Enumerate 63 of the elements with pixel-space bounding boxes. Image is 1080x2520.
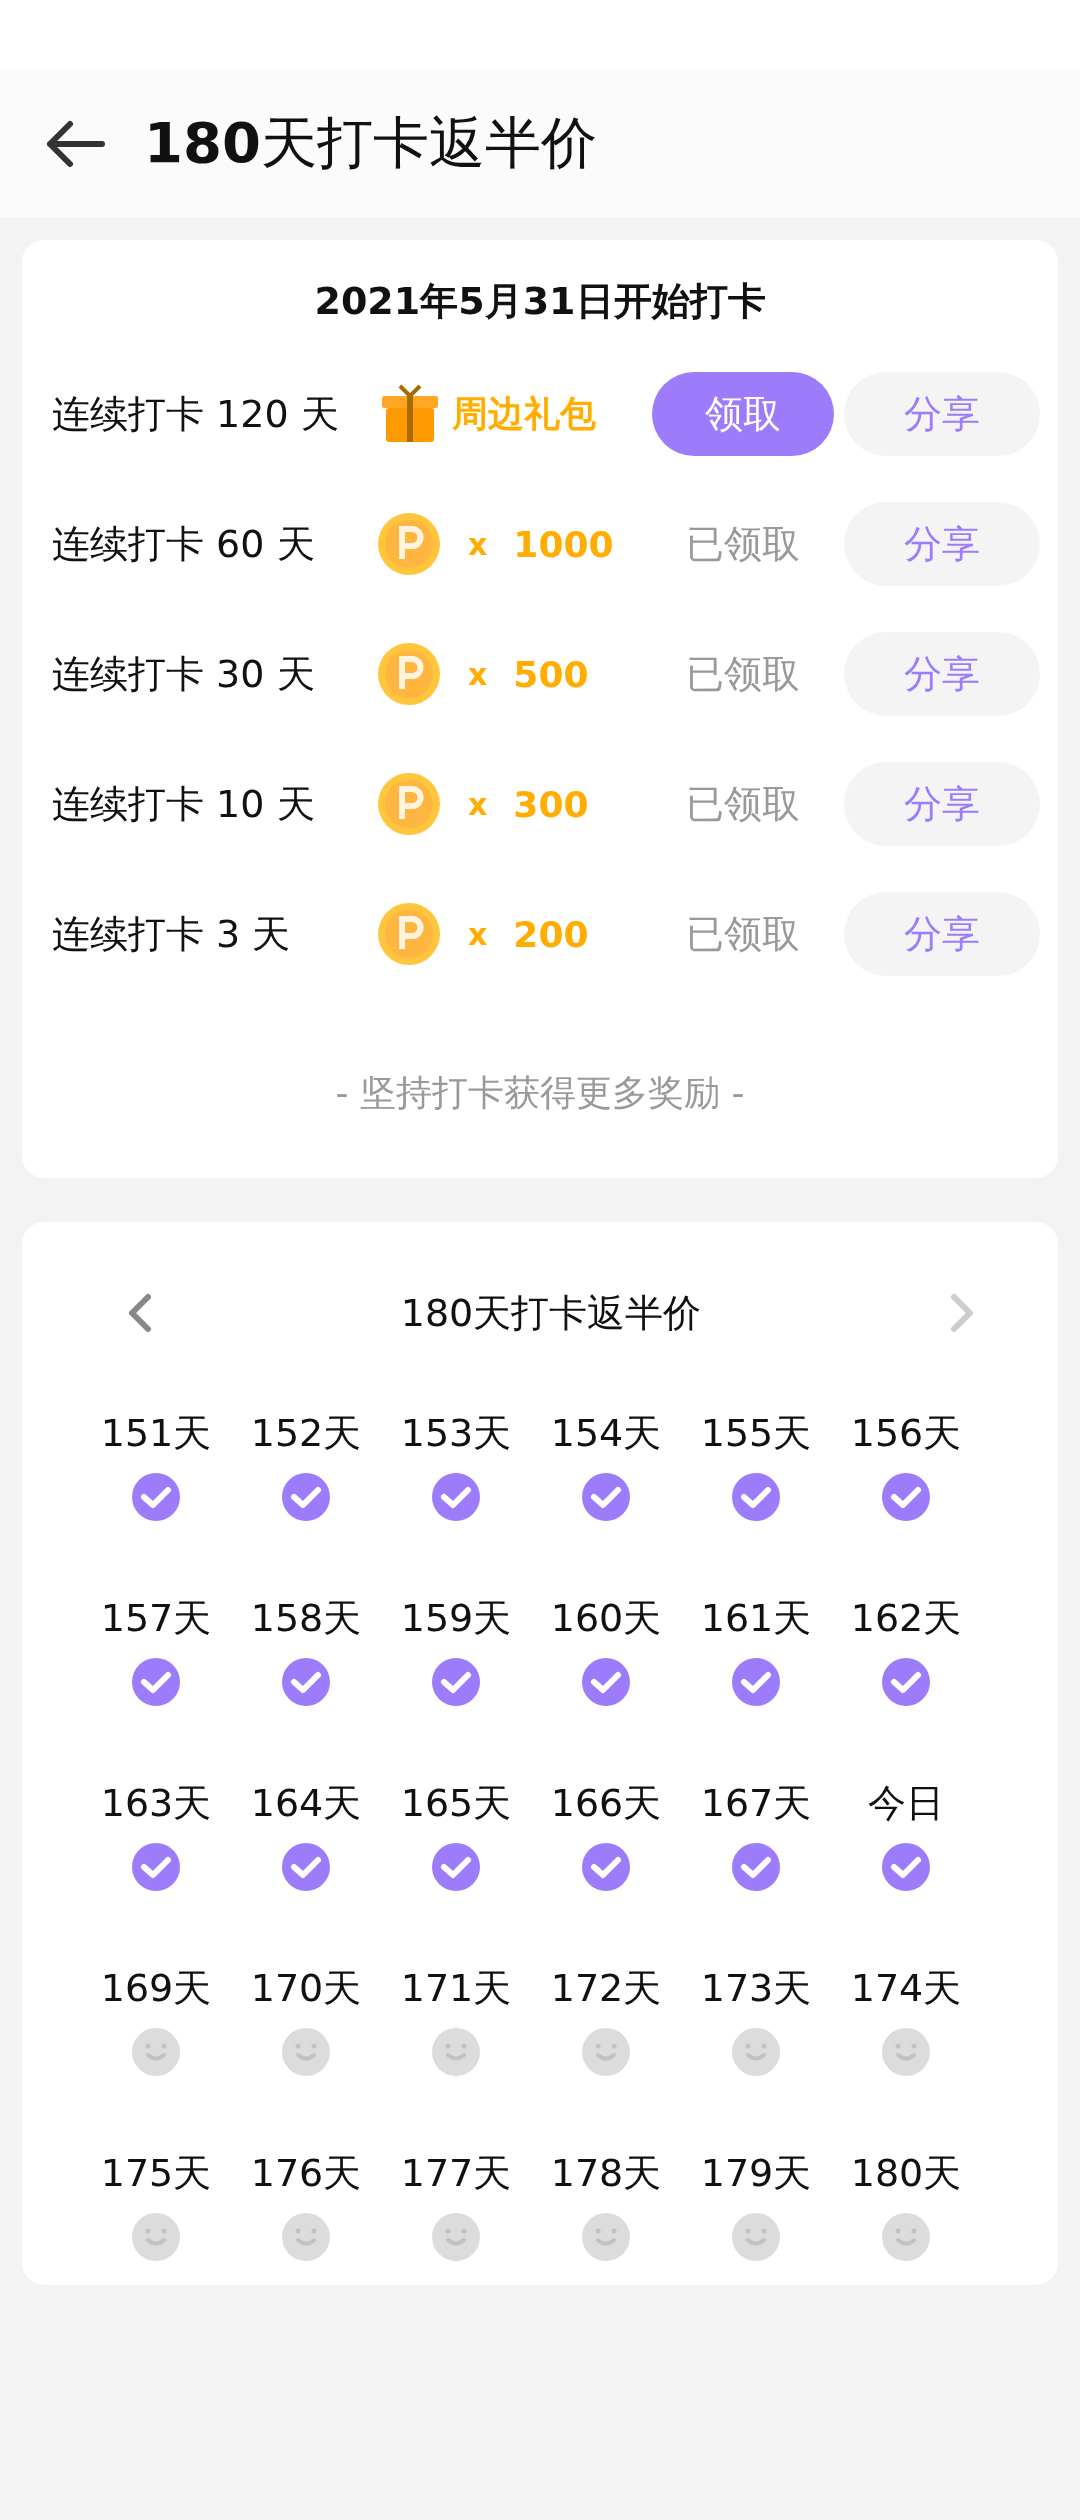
day-label: 156天 <box>850 1410 962 1457</box>
back-arrow-icon[interactable] <box>44 118 106 170</box>
claimed-label: 已领取 <box>685 520 801 568</box>
day-label: 155天 <box>700 1410 812 1457</box>
day-label: 165天 <box>400 1780 512 1827</box>
coin-icon <box>378 773 440 835</box>
day-label: 160天 <box>550 1595 662 1642</box>
claim-button[interactable]: 领取 <box>652 372 834 456</box>
day-label: 153天 <box>400 1410 512 1457</box>
multiplier-sign: x <box>468 786 488 822</box>
milestone-label: 连续打卡 30 天 <box>52 650 316 698</box>
share-button[interactable]: 分享 <box>844 502 1040 586</box>
multiplier-sign: x <box>468 916 488 952</box>
milestone-label: 连续打卡 3 天 <box>52 910 292 958</box>
milestone-label: 连续打卡 60 天 <box>52 520 316 568</box>
day-label: 166天 <box>550 1780 662 1827</box>
day-label: 162天 <box>850 1595 962 1642</box>
page-title: 180天打卡返半价 <box>144 109 597 177</box>
share-button[interactable]: 分享 <box>844 632 1040 716</box>
coin-icon <box>378 513 440 575</box>
day-label: 170天 <box>250 1965 362 2012</box>
day-label: 163天 <box>100 1780 212 1827</box>
coin-icon <box>378 903 440 965</box>
card-title: 2021年5月31日开始打卡 <box>313 278 767 325</box>
day-label: 173天 <box>700 1965 812 2012</box>
milestone-label: 连续打卡 10 天 <box>52 780 316 828</box>
milestone-label: 连续打卡 120 天 <box>52 390 340 438</box>
day-label: 177天 <box>400 2150 512 2197</box>
multiplier-sign: x <box>468 526 488 562</box>
day-label: 175天 <box>100 2150 212 2197</box>
reward-amount: 500 <box>513 653 589 695</box>
day-label: 176天 <box>250 2150 362 2197</box>
day-label: 161天 <box>700 1595 812 1642</box>
reward-amount: 200 <box>513 913 589 955</box>
coin-icon <box>378 643 440 705</box>
claimed-label: 已领取 <box>685 780 801 828</box>
claimed-label: 已领取 <box>685 910 801 958</box>
claimed-label: 已领取 <box>685 650 801 698</box>
day-label: 178天 <box>550 2150 662 2197</box>
day-label: 167天 <box>700 1780 812 1827</box>
day-label: 172天 <box>550 1965 662 2012</box>
reward-name: 周边礼包 <box>452 391 596 436</box>
reward-amount: 1000 <box>513 523 614 565</box>
day-label: 174天 <box>850 1965 962 2012</box>
day-label: 154天 <box>550 1410 662 1457</box>
day-label: 158天 <box>250 1595 362 1642</box>
calendar-title: 180天打卡返半价 <box>400 1289 702 1337</box>
share-button[interactable]: 分享 <box>844 892 1040 976</box>
day-label: 180天 <box>850 2150 962 2197</box>
day-label: 151天 <box>100 1410 212 1457</box>
day-label: 157天 <box>100 1595 212 1642</box>
share-button[interactable]: 分享 <box>844 372 1040 456</box>
multiplier-sign: x <box>468 656 488 692</box>
day-label: 152天 <box>250 1410 362 1457</box>
day-label: 164天 <box>250 1780 362 1827</box>
day-label: 今日 <box>868 1780 944 1827</box>
day-label: 159天 <box>400 1595 512 1642</box>
day-label: 171天 <box>400 1965 512 2012</box>
day-label: 169天 <box>100 1965 212 2012</box>
encouragement-text: - 坚持打卡获得更多奖励 - <box>334 1071 746 1115</box>
share-button[interactable]: 分享 <box>844 762 1040 846</box>
day-label: 179天 <box>700 2150 812 2197</box>
reward-amount: 300 <box>513 783 589 825</box>
